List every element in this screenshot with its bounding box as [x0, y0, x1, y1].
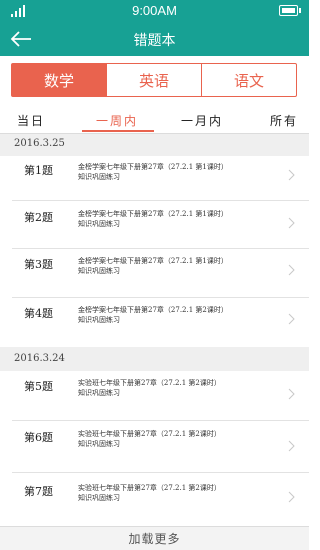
- question-source-line1: 金榜学案七年级下册第27章（27.2.1 第1课时）: [78, 257, 228, 265]
- chevron-right-icon: [288, 217, 295, 229]
- subject-tab-chinese[interactable]: 语文: [201, 64, 296, 96]
- status-time: 9:00AM: [132, 3, 177, 18]
- question-row[interactable]: 第4题 金榜学案七年级下册第27章（27.2.1 第2课时） 知识巩固练习: [0, 298, 309, 347]
- filter-tab-all[interactable]: 所有: [270, 112, 298, 129]
- question-number: 第2题: [24, 211, 53, 224]
- question-source-line2: 知识巩固练习: [78, 220, 120, 228]
- subject-tab-english[interactable]: 英语: [106, 64, 201, 96]
- question-source-line2: 知识巩固练习: [78, 440, 120, 448]
- question-number: 第7题: [24, 485, 53, 498]
- chevron-right-icon: [288, 388, 295, 400]
- question-number: 第6题: [24, 431, 53, 444]
- question-source: 金榜学案七年级下册第27章（27.2.1 第1课时） 知识巩固练习: [78, 162, 278, 182]
- question-row[interactable]: 第7题 实验班七年级下册第27章（27.2.1 第2课时） 知识巩固练习: [0, 473, 309, 526]
- date-header: 2016.3.25: [0, 134, 309, 156]
- time-filter-tabs: 当日 一周内 一月内 所有: [0, 108, 309, 134]
- chevron-right-icon: [288, 491, 295, 503]
- subject-selector: 数学 英语 语文: [11, 63, 297, 97]
- question-source: 金榜学案七年级下册第27章（27.2.1 第2课时） 知识巩固练习: [78, 305, 278, 325]
- question-source: 金榜学案七年级下册第27章（27.2.1 第1课时） 知识巩固练习: [78, 209, 278, 229]
- question-number: 第1题: [24, 164, 53, 177]
- date-header: 2016.3.24: [0, 347, 309, 371]
- subject-tab-math[interactable]: 数学: [12, 64, 106, 96]
- question-row[interactable]: 第3题 金榜学案七年级下册第27章（27.2.1 第1课时） 知识巩固练习: [0, 249, 309, 297]
- question-source-line2: 知识巩固练习: [78, 267, 120, 275]
- question-source-line1: 实验班七年级下册第27章（27.2.1 第2课时）: [78, 430, 221, 438]
- question-source: 实验班七年级下册第27章（27.2.1 第2课时） 知识巩固练习: [78, 429, 278, 449]
- date-label: 2016.3.25: [14, 138, 65, 149]
- app-bar: 错题本: [0, 22, 309, 56]
- question-row[interactable]: 第1题 金榜学案七年级下册第27章（27.2.1 第1课时） 知识巩固练习: [0, 156, 309, 200]
- battery-icon: [279, 5, 301, 16]
- question-source-line1: 实验班七年级下册第27章（27.2.1 第2课时）: [78, 484, 221, 492]
- question-source-line2: 知识巩固练习: [78, 316, 120, 324]
- question-row[interactable]: 第2题 金榜学案七年级下册第27章（27.2.1 第1课时） 知识巩固练习: [0, 201, 309, 248]
- chevron-right-icon: [288, 264, 295, 276]
- load-more-button[interactable]: 加载更多: [0, 526, 309, 550]
- page-title: 错题本: [133, 33, 176, 49]
- question-source-line2: 知识巩固练习: [78, 494, 120, 502]
- question-number: 第5题: [24, 380, 53, 393]
- question-row[interactable]: 第5题 实验班七年级下册第27章（27.2.1 第2课时） 知识巩固练习: [0, 371, 309, 420]
- filter-tab-week[interactable]: 一周内: [96, 112, 138, 129]
- question-number: 第3题: [24, 258, 53, 271]
- date-label: 2016.3.24: [14, 353, 65, 364]
- question-source-line1: 实验班七年级下册第27章（27.2.1 第2课时）: [78, 379, 221, 387]
- question-source-line1: 金榜学案七年级下册第27章（27.2.1 第1课时）: [78, 210, 228, 218]
- question-row[interactable]: 第6题 实验班七年级下册第27章（27.2.1 第2课时） 知识巩固练习: [0, 421, 309, 472]
- question-source-line2: 知识巩固练习: [78, 173, 120, 181]
- question-source-line1: 金榜学案七年级下册第27章（27.2.1 第1课时）: [78, 163, 228, 171]
- question-source-line2: 知识巩固练习: [78, 389, 120, 397]
- chevron-right-icon: [288, 313, 295, 325]
- status-bar: 9:00AM: [0, 0, 309, 22]
- question-source: 实验班七年级下册第27章（27.2.1 第2课时） 知识巩固练习: [78, 378, 278, 398]
- question-number: 第4题: [24, 307, 53, 320]
- question-source: 实验班七年级下册第27章（27.2.1 第2课时） 知识巩固练习: [78, 483, 278, 503]
- chevron-right-icon: [288, 169, 295, 181]
- question-source-line1: 金榜学案七年级下册第27章（27.2.1 第2课时）: [78, 306, 228, 314]
- filter-tab-today[interactable]: 当日: [17, 112, 45, 129]
- active-tab-indicator: [82, 130, 154, 132]
- filter-tab-month[interactable]: 一月内: [181, 112, 223, 129]
- question-source: 金榜学案七年级下册第27章（27.2.1 第1课时） 知识巩固练习: [78, 256, 278, 276]
- chevron-right-icon: [288, 440, 295, 452]
